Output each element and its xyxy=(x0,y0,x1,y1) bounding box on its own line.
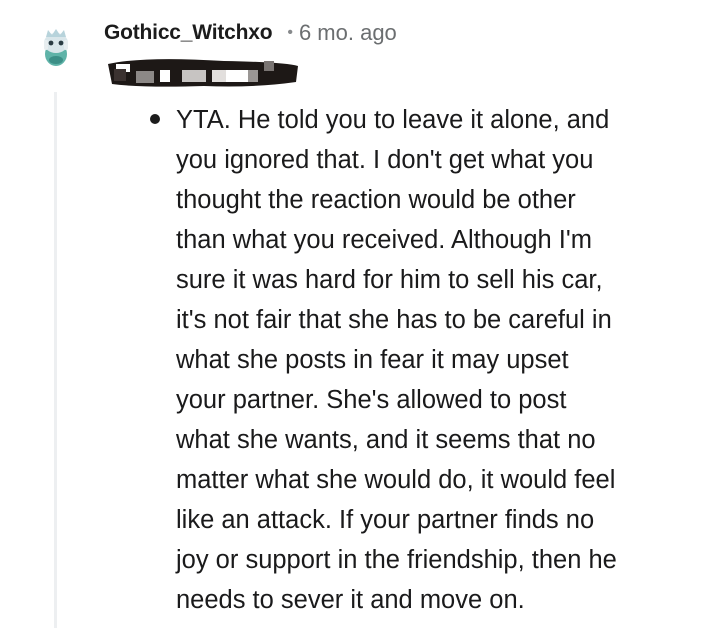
comment-body: YTA. He told you to leave it alone, and … xyxy=(150,100,676,620)
user-avatar[interactable] xyxy=(38,28,74,68)
pixelated-flair-badge xyxy=(108,59,298,87)
comment-text: YTA. He told you to leave it alone, and … xyxy=(176,106,617,614)
comment-paragraph: YTA. He told you to leave it alone, and … xyxy=(150,100,676,620)
thread-line[interactable] xyxy=(54,92,57,628)
comment-header: Gothicc_Witchxo • 6 mo. ago xyxy=(104,18,397,48)
user-flair xyxy=(104,58,300,90)
username-link[interactable]: Gothicc_Witchxo xyxy=(104,21,273,45)
snoo-avatar-icon xyxy=(44,29,68,66)
bullet-point xyxy=(150,114,160,124)
meta-separator: • xyxy=(287,24,293,41)
comment-timestamp[interactable]: 6 mo. ago xyxy=(299,20,397,46)
